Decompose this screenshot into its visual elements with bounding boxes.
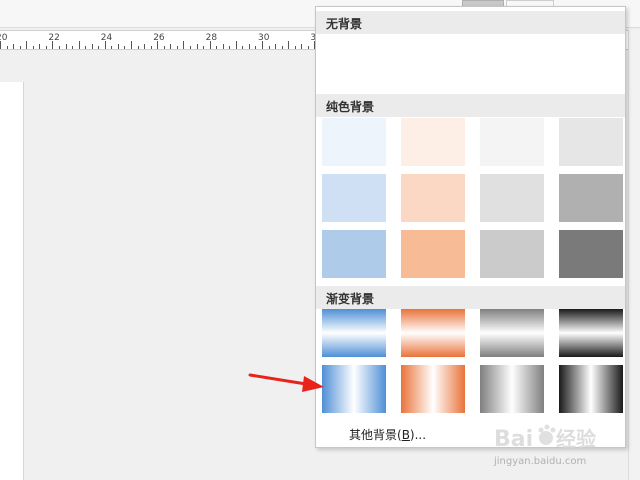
document-page[interactable] [0,82,24,480]
gradient-swatch-vertical[interactable] [401,309,465,357]
baidu-watermark: Bai 经验 jingyan.baidu.com [492,420,612,470]
gradient-swatch-horizontal[interactable] [559,365,623,413]
solid-swatch[interactable] [559,174,623,222]
gradient-swatch-horizontal[interactable] [322,365,386,413]
ruler-number: 20 [0,33,8,43]
solid-swatch[interactable] [322,174,386,222]
solid-swatch[interactable] [480,230,544,278]
solid-swatch[interactable] [559,118,623,166]
solid-swatch[interactable] [401,230,465,278]
solid-swatch[interactable] [322,118,386,166]
no-background-option[interactable] [316,36,625,94]
solid-swatch[interactable] [480,174,544,222]
ruler-number: 24 [100,33,113,43]
solid-background-header: 纯色背景 [316,94,625,117]
solid-swatch[interactable] [401,174,465,222]
watermark-url: jingyan.baidu.com [494,456,587,467]
solid-swatch[interactable] [401,118,465,166]
page-background-dropdown: 无背景 纯色背景 渐变背景 其他背景(B)... [315,6,626,448]
gradient-swatch-horizontal[interactable] [480,365,544,413]
annotation-arrow-icon [248,373,324,392]
ruler-number: 28 [205,33,218,43]
svg-text:Bai: Bai [494,427,533,452]
ruler-number: 30 [258,33,270,43]
solid-swatch[interactable] [559,230,623,278]
baidu-paw-logo-icon: Bai 经验 [494,424,596,452]
gradient-background-header: 渐变背景 [316,286,625,309]
no-background-header: 无背景 [316,11,625,34]
gradient-swatch-vertical[interactable] [559,309,623,357]
ruler-number: 22 [48,33,60,43]
ruler-number: 26 [153,33,165,43]
gradient-swatch-vertical[interactable] [480,309,544,357]
solid-swatch[interactable] [322,230,386,278]
gradient-swatch-horizontal[interactable] [401,365,465,413]
gradient-swatch-vertical[interactable] [322,309,386,357]
vertical-scrollbar[interactable] [628,30,640,480]
svg-text:经验: 经验 [556,427,596,451]
solid-swatch[interactable] [480,118,544,166]
